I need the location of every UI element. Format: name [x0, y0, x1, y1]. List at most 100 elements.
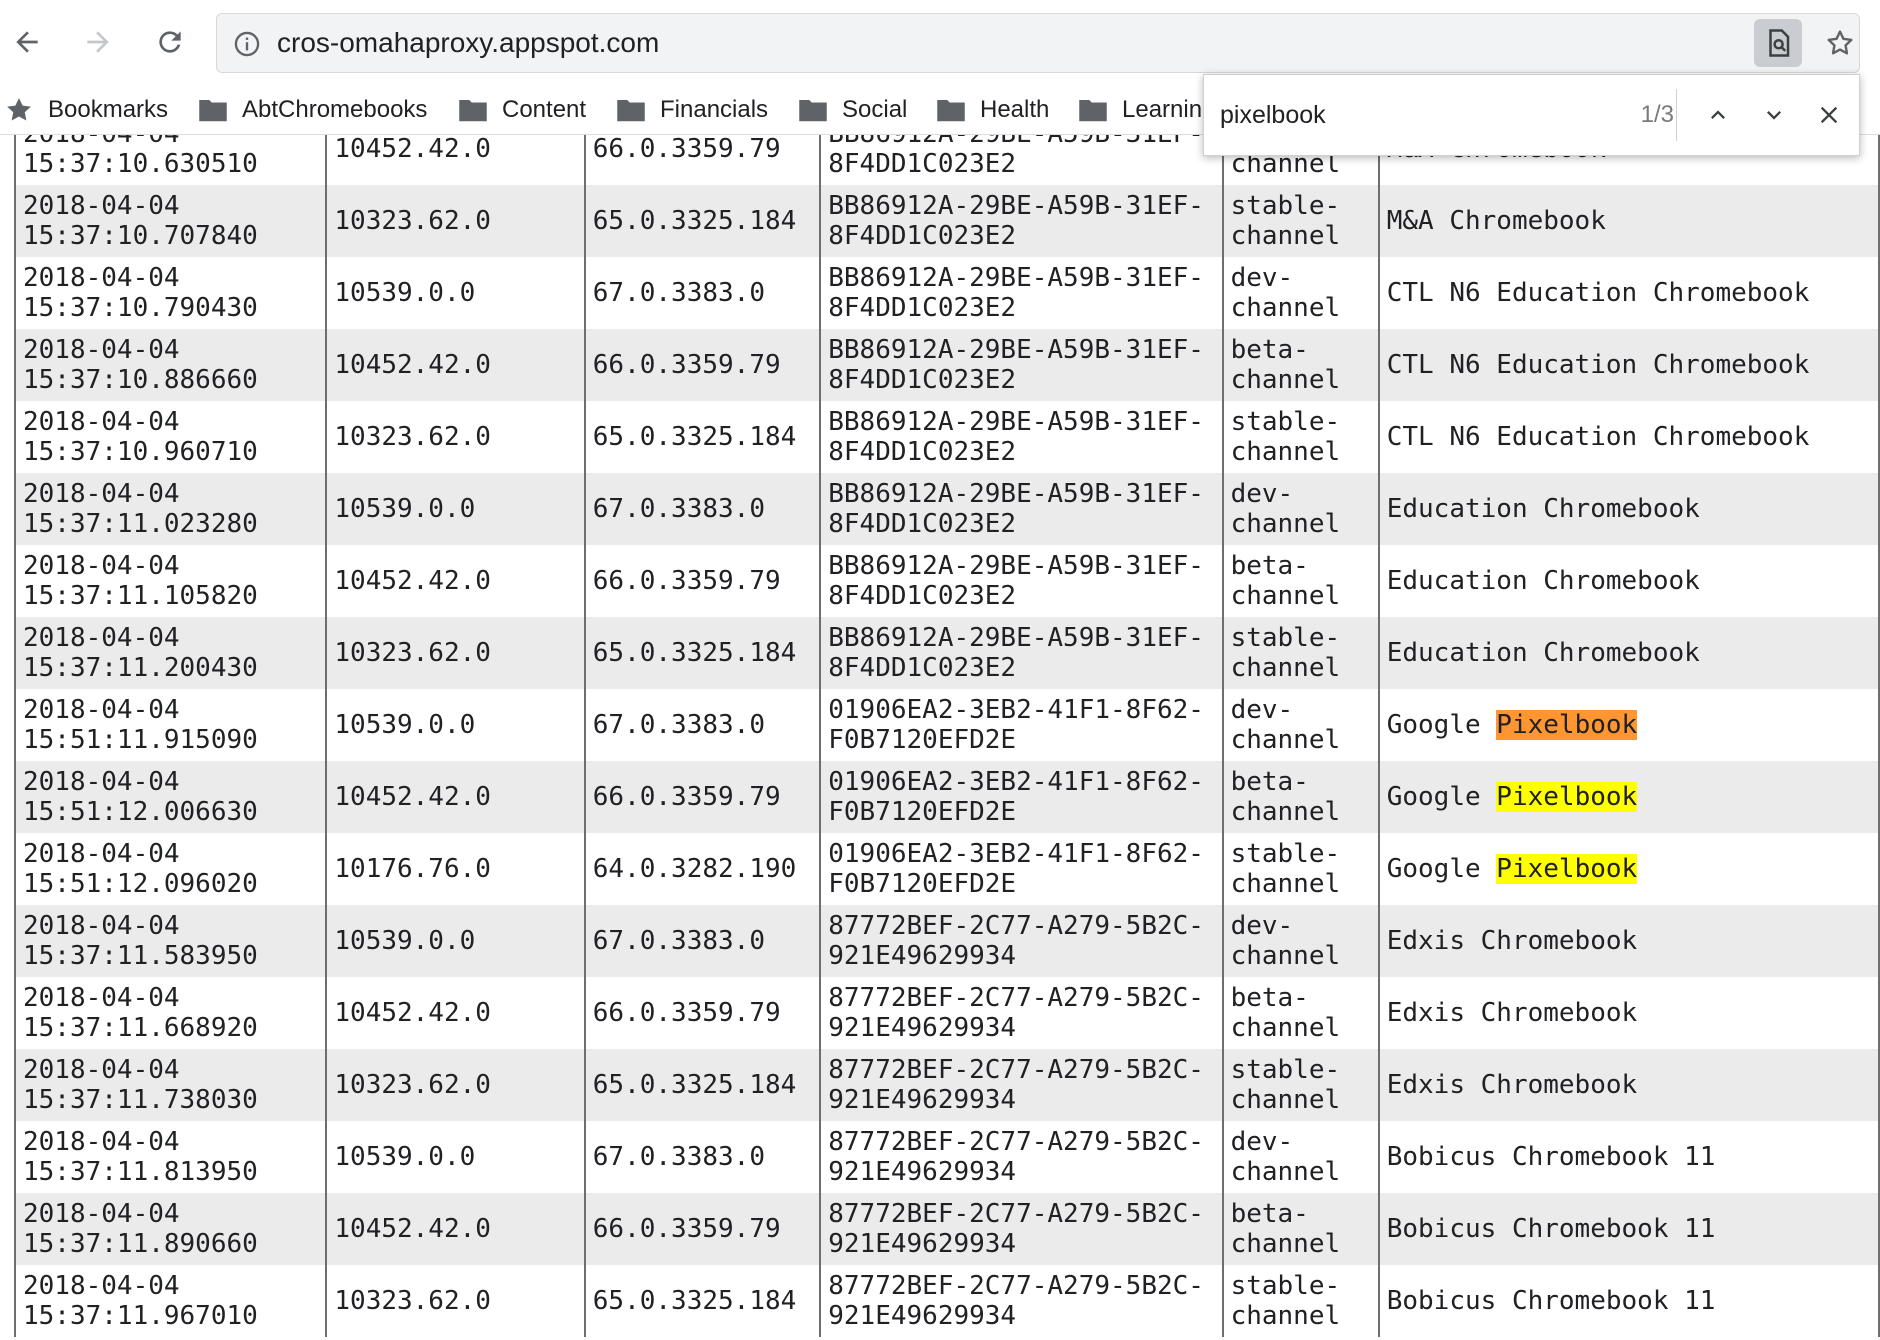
reload-button[interactable] — [146, 18, 194, 66]
bookmark-label: AbtChromebooks — [242, 96, 428, 123]
star-outline-icon — [1827, 30, 1853, 55]
channel-cell-line1: dev- — [1230, 263, 1294, 293]
timestamp-cell: 2018-04-04 15:37:11.200430 — [13, 617, 328, 689]
channel-cell: beta-channel — [1221, 329, 1380, 401]
folder-icon — [799, 100, 827, 122]
table-row: 2018-04-04 15:37:10.960710 10323.62.0 65.0.… — [13, 401, 1880, 473]
device-name-cell: Google Pixelbook — [1377, 689, 1880, 761]
timestamp-cell-line1: 2018-04-04 — [23, 983, 180, 1013]
chrome-version-cell: 66.0.3359.79 — [583, 761, 822, 833]
bookmark-label: Health — [980, 96, 1050, 123]
timestamp-cell-line1: 2018-04-04 — [23, 767, 180, 797]
timestamp-cell: 2018-04-04 15:37:11.738030 — [13, 1049, 328, 1121]
chrome-version-cell: 67.0.3383.0 — [583, 905, 822, 977]
hardware-id-cell: BB86912A-29BE-A59B-31EF-8F4DD1C023E2 — [819, 401, 1224, 473]
channel-cell-line1: stable- — [1230, 1055, 1341, 1085]
device-name-cell: Bobicus Chromebook 11 — [1377, 1121, 1880, 1193]
timestamp-cell: 2018-04-04 15:37:11.967010 — [13, 1265, 328, 1337]
find-close-button[interactable] — [1806, 92, 1852, 138]
bookmark-star-button[interactable] — [1817, 20, 1863, 66]
timestamp-cell-line1: 2018-04-04 — [23, 1127, 180, 1157]
channel-cell-line1: stable- — [1230, 407, 1341, 437]
channel-cell-line2: channel — [1230, 437, 1341, 467]
forward-button[interactable] — [74, 18, 122, 66]
hardware-id-cell-line1: BB86912A-29BE-A59B-31EF- — [828, 191, 1204, 221]
timestamp-cell-line2: 15:51:12.096020 — [23, 869, 258, 899]
hardware-id-cell-line2: 921E49629934 — [828, 1157, 1017, 1187]
channel-cell: stable-channel — [1221, 185, 1380, 257]
channel-cell: dev-channel — [1221, 689, 1380, 761]
find-next-button[interactable] — [1751, 92, 1797, 138]
bookmark-folder-abtchromebooks[interactable]: AbtChromebooks — [198, 86, 427, 134]
channel-cell-line1: stable- — [1230, 839, 1341, 869]
hardware-id-cell-line1: 01906EA2-3EB2-41F1-8F62- — [828, 839, 1204, 869]
platform-version-cell: 10323.62.0 — [325, 1049, 586, 1121]
hardware-id-cell-line2: F0B7120EFD2E — [828, 797, 1017, 827]
channel-cell-line2: channel — [1230, 1013, 1341, 1043]
device-name-cell: Education Chromebook — [1377, 473, 1880, 545]
hardware-id-cell: BB86912A-29BE-A59B-31EF-8F4DD1C023E2 — [819, 135, 1224, 185]
channel-cell: beta-channel — [1221, 977, 1380, 1049]
hardware-id-cell-line1: 87772BEF-2C77-A279-5B2C- — [828, 1055, 1204, 1085]
timestamp-cell: 2018-04-04 15:37:11.668920 — [13, 977, 328, 1049]
platform-version-cell: 10323.62.0 — [325, 617, 586, 689]
hardware-id-cell-line1: 87772BEF-2C77-A279-5B2C- — [828, 911, 1204, 941]
forward-arrow-icon — [87, 31, 109, 53]
device-name-cell: Edxis Chromebook — [1377, 905, 1880, 977]
timestamp-cell-line2: 15:37:10.960710 — [23, 437, 258, 467]
bookmark-label: Learnin — [1122, 96, 1203, 123]
bookmark-folder-learning[interactable]: Learnin — [1078, 86, 1202, 134]
table-container: 2018-04-0415:37:10.63051010452.42.066.0.… — [13, 135, 1880, 1337]
table-row: 2018-04-04 15:37:11.023280 10539.0.0 67.0.3… — [13, 473, 1880, 545]
hardware-id-cell-line2: 8F4DD1C023E2 — [828, 293, 1017, 323]
channel-cell-line2: channel — [1230, 1085, 1341, 1115]
timestamp-cell-line1: 2018-04-04 — [23, 551, 180, 581]
timestamp-cell-line1: 2018-04-04 — [23, 1199, 180, 1229]
bookmark-folder-financials[interactable]: Financials — [616, 86, 768, 134]
hardware-id-cell: 87772BEF-2C77-A279-5B2C- 921E49629934 — [819, 905, 1224, 977]
find-previous-button[interactable] — [1695, 92, 1741, 138]
address-bar[interactable]: cros-omahaproxy.appspot.com — [216, 13, 1860, 73]
chrome-version-cell: 66.0.3359.79 — [583, 1193, 822, 1265]
channel-cell: dev-channel — [1221, 473, 1380, 545]
timestamp-cell-line2: 15:37:11.890660 — [23, 1229, 258, 1259]
hardware-id-cell: BB86912A-29BE-A59B-31EF-8F4DD1C023E2 — [819, 329, 1224, 401]
hardware-id-cell-line1: BB86912A-29BE-A59B-31EF- — [828, 551, 1204, 581]
url-text[interactable]: cros-omahaproxy.appspot.com — [277, 14, 659, 72]
reload-icon — [159, 31, 181, 53]
find-input[interactable]: pixelbook — [1220, 75, 1326, 155]
channel-cell-line2: channel — [1230, 725, 1341, 755]
bookmark-folder-content[interactable]: Content — [458, 86, 586, 134]
bookmark-item-bookmarks[interactable]: Bookmarks — [4, 86, 168, 134]
channel-cell-line1: dev- — [1230, 911, 1294, 941]
page-content: 2018-04-0415:37:10.63051010452.42.066.0.… — [0, 135, 1880, 1340]
find-in-page-button[interactable] — [1754, 19, 1802, 67]
hardware-id-cell-line1: BB86912A-29BE-A59B-31EF- — [828, 135, 1214, 149]
chrome-version-cell: 66.0.3359.79 — [583, 977, 822, 1049]
info-icon[interactable] — [233, 30, 261, 58]
timestamp-cell: 2018-04-04 15:37:10.960710 — [13, 401, 328, 473]
page-search-icon — [1769, 29, 1790, 57]
channel-cell-line2: channel — [1230, 1157, 1341, 1187]
table-row: 2018-04-04 15:37:11.967010 10323.62.0 65.0.… — [13, 1265, 1880, 1337]
channel-cell-line2: channel — [1230, 509, 1341, 539]
bookmark-folder-health[interactable]: Health — [936, 86, 1049, 134]
timestamp-cell-line1: 2018-04-04 — [23, 479, 180, 509]
bookmark-folder-social[interactable]: Social — [798, 86, 907, 134]
hardware-id-cell-line2: F0B7120EFD2E — [828, 869, 1017, 899]
hardware-id-cell-line2: 8F4DD1C023E2 — [828, 365, 1017, 395]
timestamp-cell-line2: 15:51:12.006630 — [23, 797, 258, 827]
hardware-id-cell: 01906EA2-3EB2-41F1-8F62- F0B7120EFD2E — [819, 833, 1224, 905]
back-button[interactable] — [3, 18, 51, 66]
device-versions-table: 2018-04-0415:37:10.63051010452.42.066.0.… — [13, 135, 1880, 1337]
channel-cell: stable-channel — [1221, 401, 1380, 473]
folder-icon — [1079, 100, 1107, 122]
hardware-id-cell-line1: BB86912A-29BE-A59B-31EF- — [828, 479, 1204, 509]
table-row: 2018-04-04 15:37:11.105820 10452.42.0 66.0.… — [13, 545, 1880, 617]
hardware-id-cell: 87772BEF-2C77-A279-5B2C- 921E49629934 — [819, 1193, 1224, 1265]
table-row: 2018-04-04 15:37:11.668920 10452.42.0 66.0.… — [13, 977, 1880, 1049]
back-arrow-icon — [16, 31, 38, 53]
hardware-id-cell: 01906EA2-3EB2-41F1-8F62- F0B7120EFD2E — [819, 761, 1224, 833]
channel-cell: stable-channel — [1221, 1049, 1380, 1121]
device-name-prefix: Google — [1386, 854, 1497, 884]
